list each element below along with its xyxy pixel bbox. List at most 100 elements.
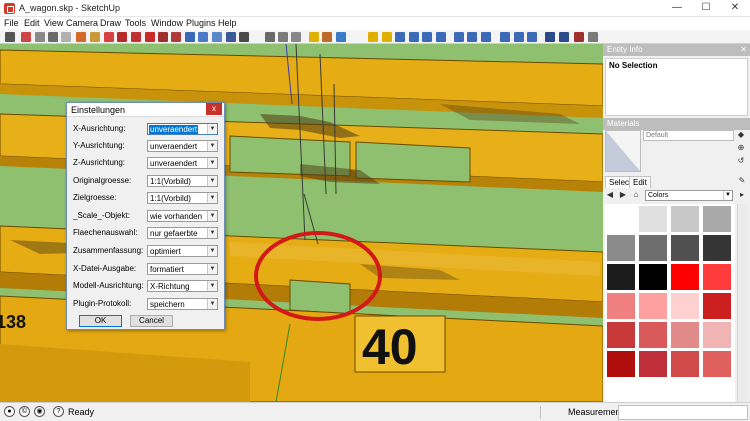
menu-help[interactable]: Help	[218, 18, 237, 28]
color-swatch[interactable]	[607, 322, 635, 348]
create-material-icon[interactable]: ⊕	[736, 143, 746, 153]
details-arrow-icon[interactable]: ▸	[737, 190, 747, 201]
plugin-h-icon[interactable]	[454, 32, 464, 42]
color-swatch[interactable]	[607, 351, 635, 377]
plugin-j-icon[interactable]	[481, 32, 491, 42]
plugin-l-icon[interactable]	[514, 32, 524, 42]
chevron-down-icon[interactable]: ▼	[207, 176, 217, 186]
extension-icon[interactable]	[309, 32, 319, 42]
chevron-down-icon[interactable]: ▼	[207, 228, 217, 238]
color-swatch[interactable]	[639, 351, 667, 377]
plugin-o-icon[interactable]	[559, 32, 569, 42]
chevron-down-icon[interactable]: ▼	[207, 158, 217, 168]
color-swatch[interactable]	[671, 351, 699, 377]
color-swatch[interactable]	[703, 322, 731, 348]
close-window-button[interactable]: ✕	[720, 0, 750, 16]
color-swatch[interactable]	[671, 264, 699, 290]
chevron-down-icon[interactable]: ▼	[207, 299, 217, 309]
chevron-down-icon[interactable]: ▼	[207, 281, 217, 291]
forward-arrow-icon[interactable]: ▶	[618, 190, 628, 201]
paint-bucket-icon[interactable]	[76, 32, 86, 42]
home-icon[interactable]: ⌂	[631, 190, 641, 201]
maximize-button[interactable]: ☐	[691, 0, 721, 16]
pan-tool-icon[interactable]	[212, 32, 222, 42]
cancel-button[interactable]: Cancel	[130, 315, 173, 327]
zielgroesse-select[interactable]: 1:1(Vorbild) ▼	[147, 192, 218, 204]
plugin-f-icon[interactable]	[422, 32, 432, 42]
color-swatch[interactable]	[607, 293, 635, 319]
menu-window[interactable]: Window	[151, 18, 183, 28]
components-icon[interactable]	[291, 32, 301, 42]
color-swatch[interactable]	[671, 235, 699, 261]
color-swatch[interactable]	[703, 206, 731, 232]
color-swatch[interactable]	[639, 206, 667, 232]
plugin-a-icon[interactable]	[336, 32, 346, 42]
color-swatch[interactable]	[703, 293, 731, 319]
zusammenfassung-select[interactable]: optimiert ▼	[147, 245, 218, 257]
y-ausrichtung-select[interactable]: unveraendert ▼	[147, 140, 218, 152]
reset-material-icon[interactable]: ↺	[736, 156, 746, 166]
color-swatch[interactable]	[703, 351, 731, 377]
chevron-down-icon[interactable]: ▼	[207, 141, 217, 151]
zoom-extents-icon[interactable]	[239, 32, 249, 42]
menu-edit[interactable]: Edit	[24, 18, 40, 28]
plugin-g-icon[interactable]	[436, 32, 446, 42]
menu-tools[interactable]: Tools	[125, 18, 146, 28]
menu-file[interactable]: File	[4, 18, 19, 28]
menu-plugins[interactable]: Plugins	[186, 18, 216, 28]
eraser-icon[interactable]	[90, 32, 100, 42]
plugin-n-icon[interactable]	[545, 32, 555, 42]
z-ausrichtung-select[interactable]: unveraendert ▼	[147, 157, 218, 169]
eyedropper-icon[interactable]: ✎	[737, 176, 747, 187]
plugin-b-icon[interactable]	[368, 32, 378, 42]
pencil-tool-icon[interactable]	[21, 32, 31, 42]
color-swatch[interactable]	[607, 235, 635, 261]
color-swatch[interactable]	[703, 264, 731, 290]
dialog-close-button[interactable]: x	[206, 103, 222, 115]
material-name-field[interactable]: Default	[643, 130, 734, 141]
scale-objekt-select[interactable]: wie vorhanden ▼	[147, 210, 218, 222]
ok-button[interactable]: OK	[79, 315, 122, 327]
menu-view[interactable]: View	[44, 18, 63, 28]
chevron-down-icon[interactable]: ▼	[207, 124, 217, 134]
color-swatch[interactable]	[607, 264, 635, 290]
entity-info-header[interactable]: Entity Info ✕	[603, 44, 750, 56]
back-arrow-icon[interactable]: ◀	[605, 190, 615, 201]
share-model-icon[interactable]	[278, 32, 288, 42]
color-swatch[interactable]	[671, 206, 699, 232]
rotate-tool-icon[interactable]	[131, 32, 141, 42]
chevron-down-icon[interactable]: ▼	[207, 246, 217, 256]
rectangle-tool-icon[interactable]	[35, 32, 45, 42]
credits-icon[interactable]: ©	[19, 406, 30, 417]
materials-header[interactable]: Materials	[603, 118, 750, 130]
color-swatch[interactable]	[639, 235, 667, 261]
color-swatch[interactable]	[639, 293, 667, 319]
follow-me-icon[interactable]	[145, 32, 155, 42]
chevron-down-icon[interactable]: ▼	[207, 211, 217, 221]
color-swatch[interactable]	[639, 264, 667, 290]
circle-tool-icon[interactable]	[48, 32, 58, 42]
chevron-down-icon[interactable]: ▼	[723, 191, 732, 200]
plugin-c-icon[interactable]	[382, 32, 392, 42]
plugin-i-icon[interactable]	[467, 32, 477, 42]
tab-edit[interactable]: Edit	[629, 176, 651, 188]
x-datei-ausgabe-select[interactable]: formatiert ▼	[147, 263, 218, 275]
plugin-q-icon[interactable]	[588, 32, 598, 42]
color-swatch[interactable]	[671, 293, 699, 319]
warehouse-icon[interactable]	[265, 32, 275, 42]
user-icon[interactable]: ◉	[34, 406, 45, 417]
chevron-down-icon[interactable]: ▼	[207, 264, 217, 274]
originalgroesse-select[interactable]: 1:1(Vorbild) ▼	[147, 175, 218, 187]
measurements-input[interactable]	[618, 405, 748, 420]
orbit-tool-icon[interactable]	[198, 32, 208, 42]
color-swatch[interactable]	[671, 322, 699, 348]
help-icon[interactable]: ?	[53, 406, 64, 417]
geo-location-icon[interactable]: ●	[4, 406, 15, 417]
plugin-d-icon[interactable]	[395, 32, 405, 42]
menu-camera[interactable]: Camera	[66, 18, 98, 28]
modell-ausrichtung-select[interactable]: X-Richtung ▼	[147, 280, 218, 292]
select-tool-icon[interactable]	[5, 32, 15, 42]
scale-tool-icon[interactable]	[158, 32, 168, 42]
plugin-k-icon[interactable]	[500, 32, 510, 42]
color-swatch[interactable]	[607, 206, 635, 232]
